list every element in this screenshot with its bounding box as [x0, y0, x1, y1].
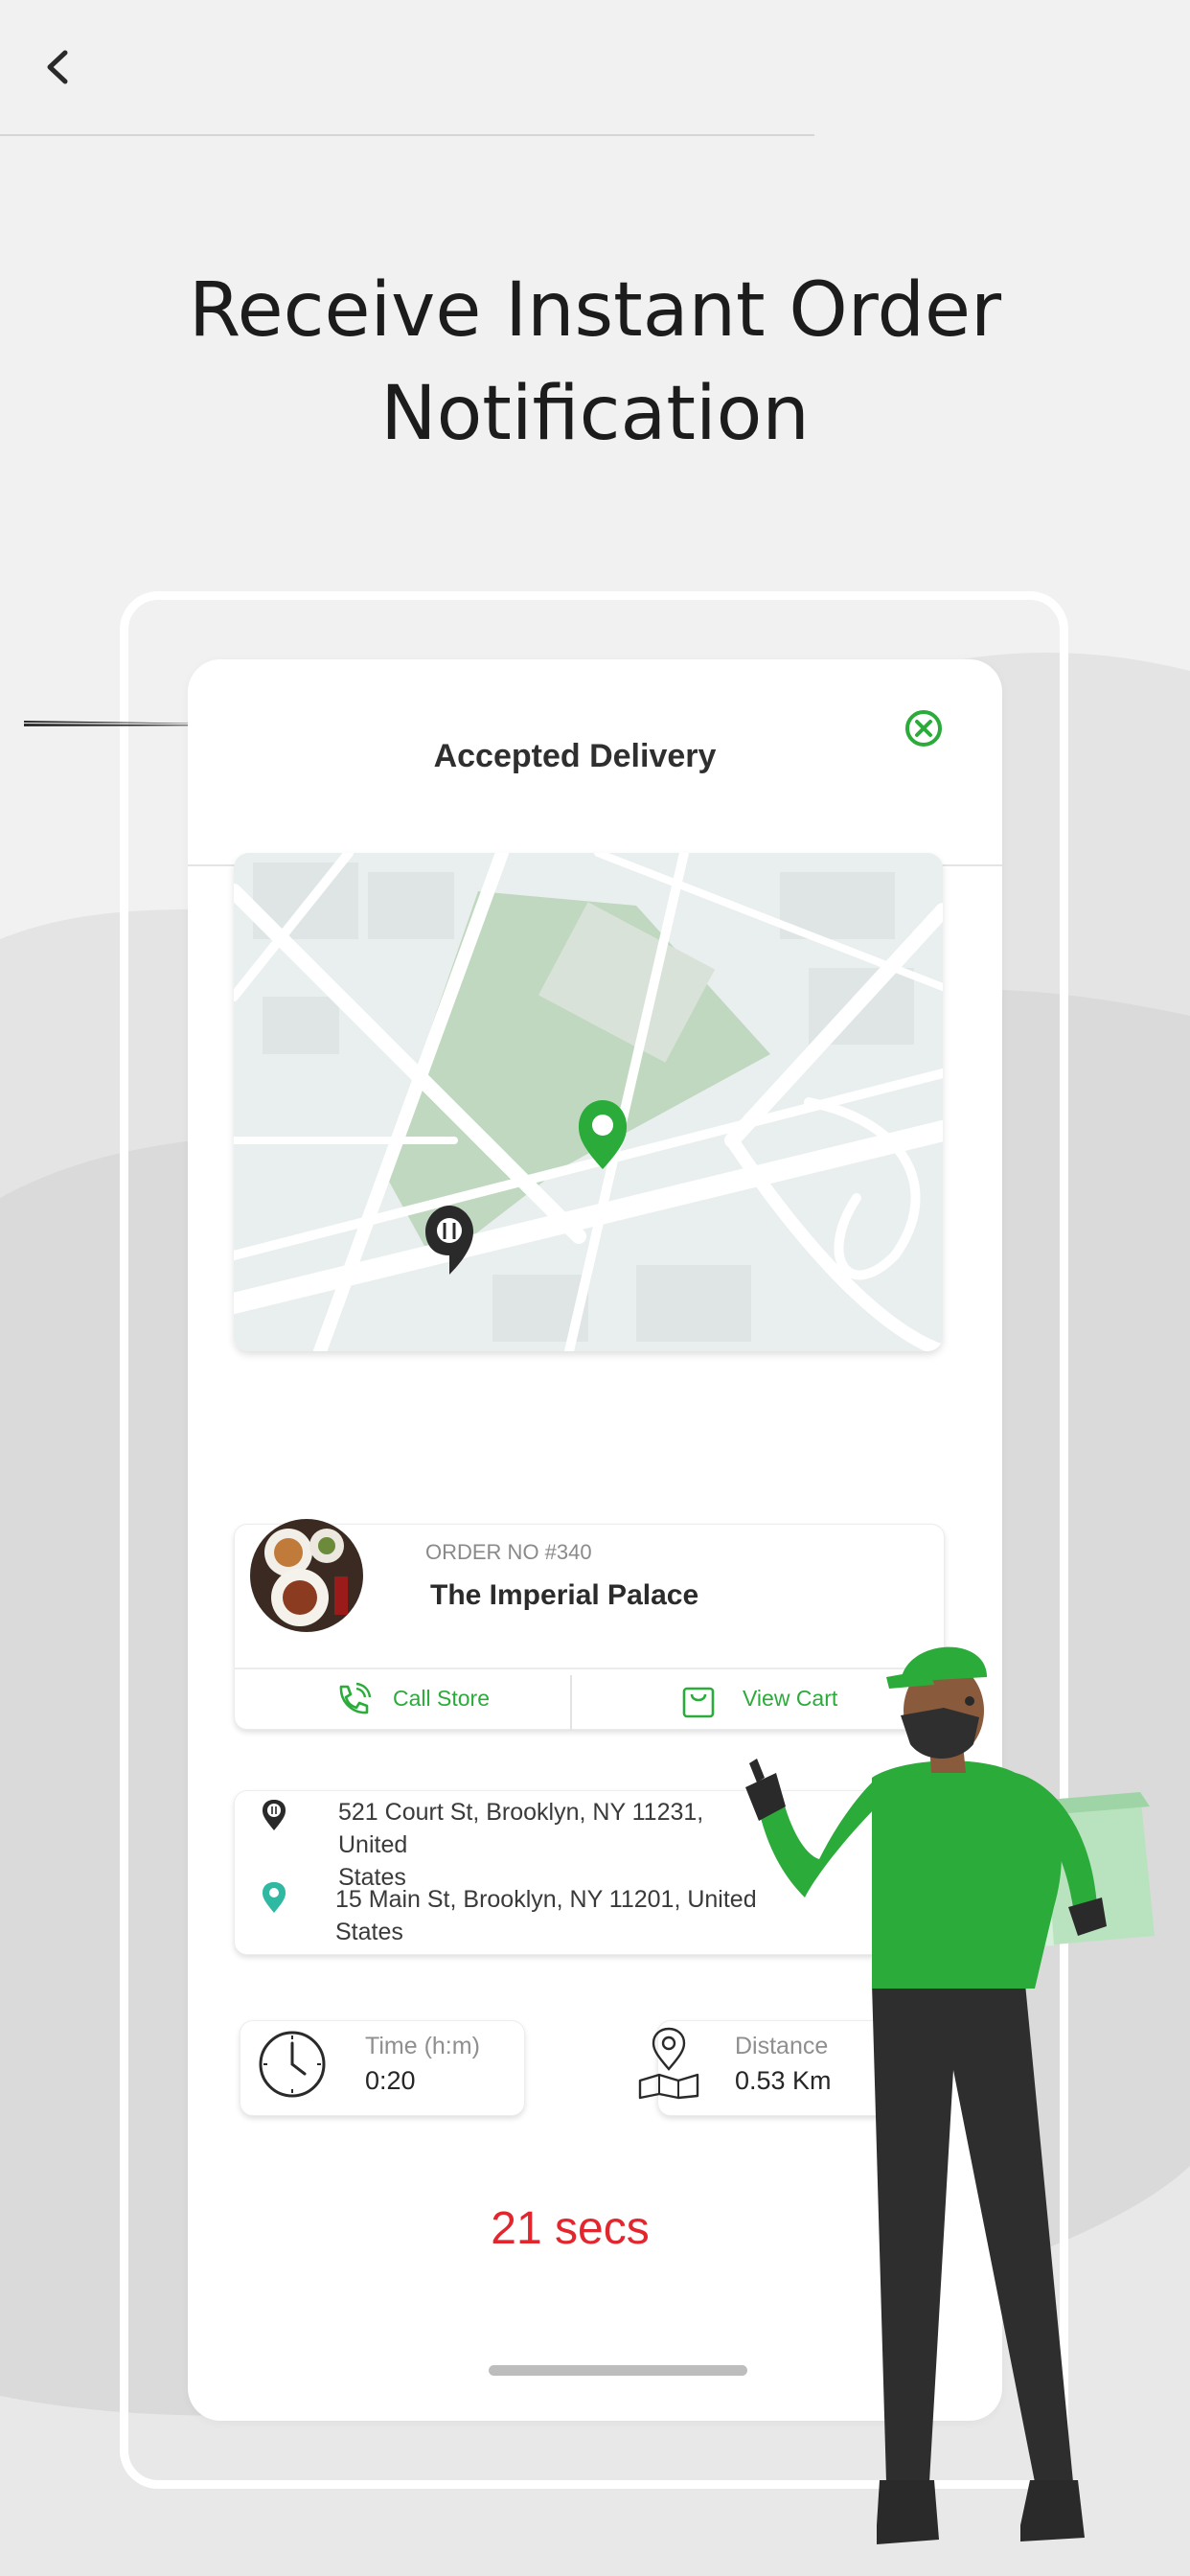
restaurant-pin-icon [263, 1800, 286, 1830]
phone-icon [339, 1682, 372, 1714]
store-name: The Imperial Palace [430, 1579, 699, 1611]
headline-line-1: Receive Instant Order [188, 267, 1002, 354]
time-label: Time (h:m) [365, 2033, 480, 2059]
drop-address: 15 Main St, Brooklyn, NY 11201, United S… [335, 1883, 776, 1948]
pickup-address: 521 Court St, Brooklyn, NY 11231, United… [338, 1796, 779, 1894]
modal-title: Accepted Delivery [433, 738, 717, 774]
drop-address-line-1: 15 Main St, Brooklyn, NY 11201, United [335, 1886, 757, 1913]
map-distance-icon [638, 2027, 699, 2100]
chevron-left-icon [47, 50, 68, 84]
drop-address-line-2: States [335, 1919, 403, 1945]
call-store-button[interactable]: Call Store [236, 1669, 569, 1729]
shopping-bag-icon [682, 1687, 715, 1718]
delivery-map[interactable] [234, 853, 943, 1351]
delivery-courier-illustration [745, 1646, 1155, 2544]
home-indicator [489, 2365, 747, 2376]
page-headline: Receive Instant Order Notification [0, 259, 1190, 466]
close-button[interactable] [903, 707, 945, 749]
close-circle-icon [905, 710, 942, 747]
time-value: 0:20 [365, 2066, 416, 2095]
headline-line-2: Notification [380, 371, 810, 457]
pickup-address-line-1: 521 Court St, Brooklyn, NY 11231, United [338, 1799, 704, 1858]
restaurant-photo [250, 1519, 363, 1632]
order-number: ORDER NO #340 [425, 1540, 592, 1564]
back-button[interactable] [29, 34, 86, 101]
clock-icon [259, 2031, 326, 2098]
location-pin-icon [263, 1882, 286, 1913]
header-divider [0, 134, 814, 136]
map-canvas [234, 853, 943, 1351]
call-store-label: Call Store [393, 1686, 490, 1711]
